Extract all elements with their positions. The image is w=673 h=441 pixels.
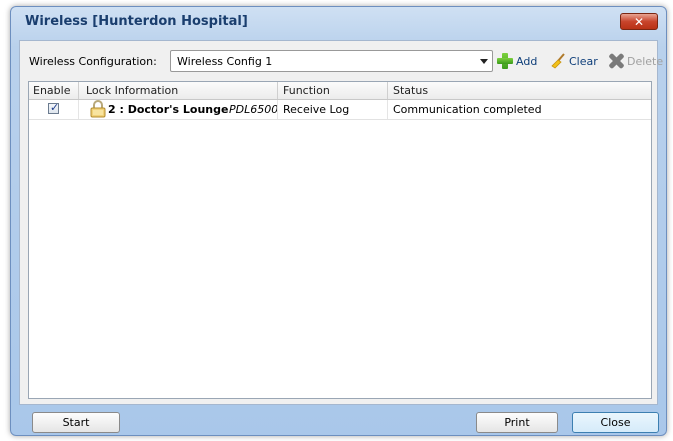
delete-button[interactable]: Delete bbox=[608, 53, 663, 69]
column-divider[interactable] bbox=[277, 82, 278, 99]
window-close-button[interactable]: ✕ bbox=[620, 13, 658, 30]
main-panel: Wireless Configuration: Wireless Config … bbox=[19, 40, 663, 405]
delete-icon bbox=[608, 53, 624, 69]
column-divider[interactable] bbox=[78, 82, 79, 99]
config-label: Wireless Configuration: bbox=[29, 55, 157, 68]
table-row[interactable]: ✓ 2 : Doctor's Lounge PDL6500 Receive Lo… bbox=[29, 100, 651, 120]
header-function[interactable]: Function bbox=[283, 84, 330, 97]
lock-icon bbox=[90, 100, 106, 118]
print-button[interactable]: Print bbox=[476, 412, 558, 433]
header-lock-information[interactable]: Lock Information bbox=[86, 84, 178, 97]
lock-table: Enable Lock Information Function Status … bbox=[28, 81, 652, 399]
status-cell: Communication completed bbox=[393, 103, 542, 116]
header-status[interactable]: Status bbox=[393, 84, 428, 97]
start-button[interactable]: Start bbox=[32, 412, 120, 433]
close-button[interactable]: Close bbox=[572, 412, 659, 433]
row-divider bbox=[78, 100, 79, 119]
wireless-window: Wireless [Hunterdon Hospital] ✕ Wireless… bbox=[10, 6, 667, 436]
table-header: Enable Lock Information Function Status bbox=[29, 82, 651, 100]
enable-checkbox[interactable]: ✓ bbox=[48, 101, 60, 114]
delete-label: Delete bbox=[627, 54, 664, 68]
chevron-down-icon bbox=[480, 59, 488, 64]
checkmark-icon: ✓ bbox=[50, 101, 60, 114]
clear-button[interactable]: Clear bbox=[550, 53, 598, 69]
row-divider bbox=[277, 100, 278, 119]
function-cell: Receive Log bbox=[283, 103, 350, 116]
add-label: Add bbox=[516, 54, 538, 68]
row-divider bbox=[387, 100, 388, 119]
clear-label: Clear bbox=[569, 54, 598, 68]
broom-icon bbox=[551, 53, 565, 69]
config-dropdown[interactable]: Wireless Config 1 bbox=[170, 50, 493, 72]
header-enable[interactable]: Enable bbox=[33, 84, 70, 97]
lock-model: PDL6500 bbox=[229, 103, 279, 116]
add-button[interactable]: Add bbox=[497, 53, 537, 69]
column-divider[interactable] bbox=[387, 82, 388, 99]
title-bar[interactable]: Wireless [Hunterdon Hospital] ✕ bbox=[11, 7, 666, 35]
lock-name: 2 : Doctor's Lounge bbox=[108, 103, 229, 116]
config-selected-value: Wireless Config 1 bbox=[177, 55, 273, 68]
window-title: Wireless [Hunterdon Hospital] bbox=[25, 14, 248, 29]
add-icon bbox=[497, 53, 513, 69]
